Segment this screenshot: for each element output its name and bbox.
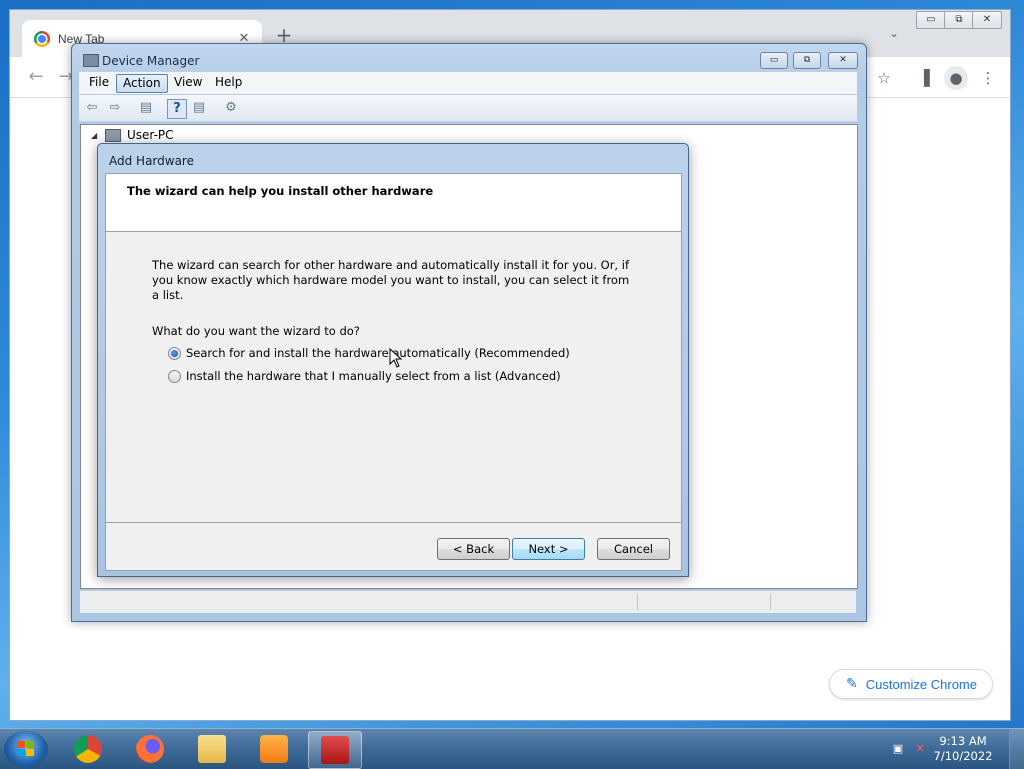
bookmark-star-icon[interactable]: ☆ bbox=[872, 66, 896, 90]
chrome-close-button[interactable]: ✕ bbox=[972, 11, 1002, 29]
device-manager-icon bbox=[321, 736, 349, 764]
device-manager-title: Device Manager bbox=[102, 54, 200, 68]
menu-help[interactable]: Help bbox=[209, 74, 248, 91]
status-divider bbox=[770, 594, 771, 610]
back-button[interactable]: < Back bbox=[437, 538, 510, 560]
tree-node-label: User-PC bbox=[127, 128, 174, 142]
customize-chrome-button[interactable]: ✎ Customize Chrome bbox=[829, 669, 993, 699]
wizard-header: The wizard can help you install other ha… bbox=[106, 174, 681, 232]
side-panel-icon[interactable]: ▐ bbox=[912, 66, 936, 90]
chrome-icon bbox=[74, 735, 102, 763]
radio-manual-select[interactable]: Install the hardware that I manually sel… bbox=[168, 369, 561, 383]
menu-view[interactable]: View bbox=[168, 74, 208, 91]
profile-avatar-icon[interactable]: ● bbox=[944, 66, 968, 90]
help-icon[interactable]: ? bbox=[167, 99, 187, 119]
wizard-header-text: The wizard can help you install other ha… bbox=[127, 184, 434, 198]
chrome-menu-icon[interactable]: ⋮ bbox=[976, 66, 1000, 90]
taskbar-firefox[interactable] bbox=[124, 731, 176, 767]
tree-node-user-pc[interactable]: ◢ User-PC bbox=[91, 128, 174, 142]
dm-close-button[interactable]: ✕ bbox=[828, 52, 858, 69]
menu-file[interactable]: File bbox=[83, 74, 115, 91]
tab-search-icon[interactable]: ⌄ bbox=[884, 26, 904, 46]
taskbar-file-explorer[interactable] bbox=[186, 731, 238, 767]
next-button[interactable]: Next > bbox=[512, 538, 585, 560]
taskbar-media-player[interactable] bbox=[248, 731, 300, 767]
wizard-question: What do you want the wizard to do? bbox=[152, 324, 360, 338]
show-hide-console-tree-icon[interactable]: ▤ bbox=[137, 99, 155, 117]
menu-action[interactable]: Action bbox=[116, 74, 168, 93]
dm-restore-button[interactable]: ⧉ bbox=[793, 52, 821, 69]
taskbar-chrome[interactable] bbox=[62, 731, 114, 767]
radio-search-automatically[interactable]: Search for and install the hardware auto… bbox=[168, 346, 570, 360]
pencil-icon: ✎ bbox=[846, 676, 858, 692]
toolbar-forward-icon[interactable]: ⇨ bbox=[106, 99, 124, 117]
customize-chrome-label: Customize Chrome bbox=[865, 676, 977, 692]
properties-icon[interactable]: ▤ bbox=[190, 99, 208, 117]
clock-date: 7/10/2022 bbox=[933, 749, 993, 763]
firefox-icon bbox=[136, 735, 164, 763]
windows-logo-icon bbox=[17, 741, 34, 756]
scan-hardware-icon[interactable]: ⚙ bbox=[222, 99, 240, 117]
radio-selected-icon[interactable] bbox=[168, 346, 181, 360]
radio-label: Install the hardware that I manually sel… bbox=[186, 369, 561, 383]
start-button[interactable] bbox=[4, 731, 48, 767]
radio-unselected-icon[interactable] bbox=[168, 369, 181, 383]
dm-minimize-button[interactable]: ▭ bbox=[760, 52, 788, 69]
volume-muted-icon[interactable]: ✕ bbox=[912, 741, 928, 757]
device-manager-titlebar[interactable]: Device Manager ▭ ⧉ ✕ bbox=[72, 44, 866, 72]
add-hardware-dialog: Add Hardware The wizard can help you ins… bbox=[97, 143, 689, 577]
taskbar-device-manager[interactable] bbox=[308, 731, 362, 769]
device-manager-toolbar: ⇦ ⇨ ▤ ? ▤ ⚙ bbox=[79, 95, 857, 122]
device-manager-statusbar bbox=[80, 590, 856, 613]
radio-label: Search for and install the hardware auto… bbox=[186, 346, 570, 360]
dialog-title: Add Hardware bbox=[109, 154, 194, 168]
wizard-description: The wizard can search for other hardware… bbox=[152, 258, 630, 302]
network-icon[interactable]: ▣ bbox=[890, 741, 906, 757]
taskbar: ▣ ✕ 9:13 AM 7/10/2022 bbox=[0, 728, 1024, 769]
clock-time: 9:13 AM bbox=[939, 734, 987, 748]
back-arrow-icon[interactable]: ← bbox=[25, 67, 47, 89]
file-explorer-icon bbox=[198, 735, 226, 763]
device-manager-app-icon bbox=[83, 54, 99, 67]
wizard-footer-divider bbox=[106, 522, 681, 523]
toolbar-back-icon[interactable]: ⇦ bbox=[83, 99, 101, 117]
device-manager-menubar: File Action View Help bbox=[79, 72, 857, 94]
chrome-maximize-button[interactable]: ⧉ bbox=[944, 11, 974, 29]
expand-arrow-icon[interactable]: ◢ bbox=[91, 131, 101, 140]
system-tray: ▣ ✕ 9:13 AM 7/10/2022 bbox=[884, 729, 1024, 769]
show-desktop-button[interactable] bbox=[1009, 729, 1024, 769]
status-divider bbox=[637, 594, 638, 610]
chrome-favicon-icon bbox=[34, 30, 50, 47]
chrome-minimize-button[interactable]: ▭ bbox=[916, 11, 946, 29]
clock[interactable]: 9:13 AM 7/10/2022 bbox=[928, 734, 998, 764]
cancel-button[interactable]: Cancel bbox=[597, 538, 670, 560]
wizard-client-area: The wizard can help you install other ha… bbox=[105, 173, 682, 571]
computer-icon bbox=[105, 128, 121, 142]
media-player-icon bbox=[260, 735, 288, 763]
